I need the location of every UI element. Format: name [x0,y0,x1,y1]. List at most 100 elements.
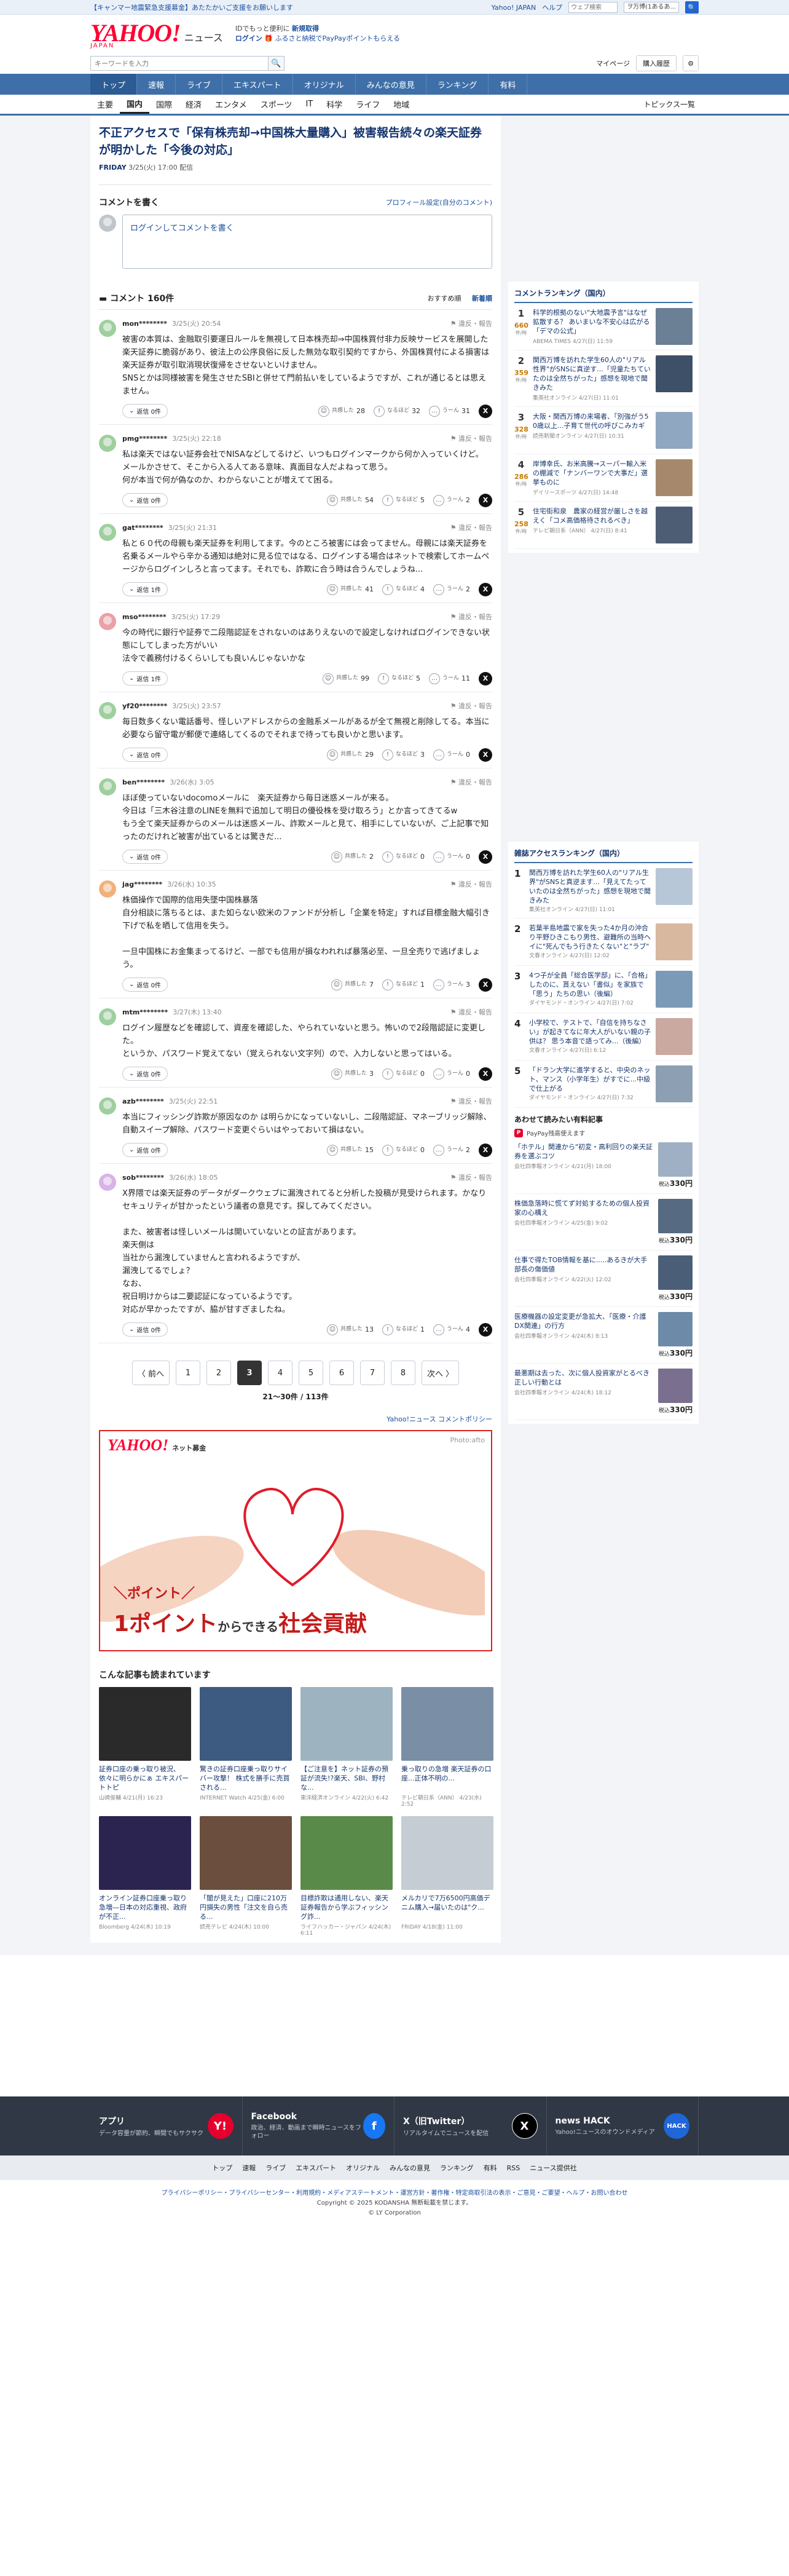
related-article[interactable]: メルカリで7万6500円高価デニム購入→届いたのは"ク... FRIDAY 4/1… [401,1816,493,1937]
reaction-naruhodo-button[interactable]: ! なるほど 5 [377,673,420,684]
report-link[interactable]: ⚑ 違反・報告 [450,612,492,622]
page-2-button[interactable]: 2 [206,1361,231,1385]
reaction-hmm-button[interactable]: … うーん 0 [433,1068,470,1080]
news-search-button[interactable]: 🔍 [269,56,285,71]
page-6-button[interactable]: 6 [329,1361,354,1385]
rank-title[interactable]: 小学校で、テストで、「自信を持ちなさい」が起きてなに年大人がいない親の子供は？ … [529,1018,651,1046]
help-link[interactable]: ヘルプ [542,2,562,12]
settings-button[interactable]: ⚙ [683,55,699,71]
reaction-empathy-button[interactable]: ☺ 共感した 3 [331,1068,374,1080]
category-tab[interactable]: ライフ [349,95,387,114]
signup-link[interactable]: 新規取得 [292,25,319,33]
yahoo-japan-link[interactable]: Yahoo! JAPAN [492,4,536,12]
reaction-naruhodo-button[interactable]: ! なるほど 32 [373,405,420,417]
x-share-button[interactable]: X [479,582,492,596]
page-5-button[interactable]: 5 [299,1361,323,1385]
category-tab[interactable]: 主要 [90,95,120,114]
related-title[interactable]: 目標詐欺は通用しない、楽天証券報告から学ぶフィッシング詐... [300,1894,393,1921]
report-link[interactable]: ⚑ 違反・報告 [450,1096,492,1106]
mypage-link[interactable]: マイページ [596,58,630,68]
rank-title[interactable]: 科学的根拠のない"大地震予言"はなぜ拡散する？ あいまいな不安心は広がる「デマの… [533,308,651,336]
report-link[interactable]: ⚑ 違反・報告 [450,879,492,889]
related-title[interactable]: 驚きの証券口座乗っ取りサイバー攻撃！ 株式を勝手に売買される... [200,1764,292,1792]
footer-nav-item[interactable]: 速報 [242,2163,256,2173]
comment-username[interactable]: mon******** [122,320,167,328]
ranking-item[interactable]: 4 286 件/時 岸博幸氏、お米高騰→スーパー輸入米の棚減で「ナンバーワンで大事だ」… [514,454,693,502]
x-share-button[interactable]: X [479,1067,492,1081]
paid-title[interactable]: 最悪期は去った、次に個人投資家がとるべき正しい行動とは [514,1369,653,1387]
page-1-button[interactable]: 1 [176,1361,200,1385]
reply-button[interactable]: ⌄ 返信 0件 [122,978,168,992]
report-link[interactable]: ⚑ 違反・報告 [450,523,492,532]
reaction-hmm-button[interactable]: … うーん 11 [428,673,470,684]
reaction-empathy-button[interactable]: ☺ 共感した 28 [318,405,365,417]
yahoo-news-logo[interactable]: YAHOO! JAPAN [90,18,181,49]
reaction-naruhodo-button[interactable]: ! なるほど 1 [382,1324,425,1335]
x-share-button[interactable]: X [479,850,492,864]
reply-button[interactable]: ⌄ 返信 1件 [122,671,168,685]
category-tab[interactable]: 国際 [149,95,179,114]
main-nav-item[interactable]: エキスパート [222,74,293,95]
charity-ad-banner[interactable]: YAHOO! ネット募金 Photo:afto ＼ポイント／ 1ポイントからできる… [99,1430,492,1651]
sort-new[interactable]: 新着順 [472,294,492,302]
paid-title[interactable]: 株価急落時に慌てず対処するための個人投資家の心構え [514,1199,653,1217]
ranking-item[interactable]: 1 660 件/時 科学的根拠のない"大地震予言"はなぜ拡散する？ あいまいな不安心は… [514,303,693,350]
reaction-naruhodo-button[interactable]: ! なるほど 3 [382,749,425,761]
main-nav-item[interactable]: 有料 [489,74,528,95]
paid-title[interactable]: 仕事で得たTOB情報を基に.....あるきが大手 部長の傷価値 [514,1255,653,1274]
reply-button[interactable]: ⌄ 返信 0件 [122,1143,168,1157]
reaction-hmm-button[interactable]: … うーん 2 [433,1144,470,1156]
reaction-hmm-button[interactable]: … うーん 0 [433,749,470,761]
comment-username[interactable]: azb******** [122,1097,164,1105]
access-ranking-item[interactable]: 3 4つ子が全員「総合医学部」に、「合格」したのに、貰えない「書似」を家族で「思う… [514,966,693,1013]
reply-button[interactable]: ⌄ 返信 0件 [122,1322,168,1337]
access-ranking-item[interactable]: 5 「ドラン大学に進学すると、中央のネット、マンス（小学年生）がすでに...中級で… [514,1061,693,1108]
prev-page-button[interactable]: 〈 前へ [132,1361,170,1385]
category-tab[interactable]: スポーツ [254,95,299,114]
related-title[interactable]: メルカリで7万6500円高価デニム購入→届いたのは"ク... [401,1894,493,1921]
reply-button[interactable]: ⌄ 返信 0件 [122,493,168,507]
footer-nav-item[interactable]: 有料 [484,2163,497,2173]
ranking-item[interactable]: 2 359 件/時 関西万博を訪れた学生60人の"リアル性界"がSNSに真逆す...「… [514,350,693,407]
reaction-empathy-button[interactable]: ☺ 共感した 15 [326,1144,374,1156]
related-article[interactable]: オンライン証券口座乗っ取り急増―日本の対応重視、政府が不正... Bloomber… [99,1816,191,1937]
paid-article[interactable]: 最悪期は去った、次に個人投資家がとるべき正しい行動とは 会社四季報オンライン 4/… [514,1364,693,1420]
news-search-input[interactable] [90,56,269,71]
footer-nav-item[interactable]: トップ [212,2163,232,2173]
rank-title[interactable]: 岸博幸氏、お米高騰→スーパー輸入米の棚減で「ナンバーワンで大事だ」選挙ものに [533,459,651,487]
comment-username[interactable]: ben******** [122,778,165,786]
buy-history-button[interactable]: 購入履歴 [636,55,677,71]
reaction-hmm-button[interactable]: … うーん 31 [428,405,470,417]
footer-facebook-link[interactable]: Facebook 政治、経済、動画まで瞬時ニュースをフォロー f [243,2096,394,2155]
reaction-empathy-button[interactable]: ☺ 共感した 7 [331,979,374,990]
article-source[interactable]: FRIDAY [99,164,127,172]
footer-nav-item[interactable]: ランキング [440,2163,474,2173]
reaction-naruhodo-button[interactable]: ! なるほど 5 [382,494,425,506]
category-tab[interactable]: IT [299,95,320,114]
search-button[interactable]: 🔍 [685,1,699,14]
category-tab[interactable]: 科学 [320,95,349,114]
comment-username[interactable]: sob******** [122,1174,164,1182]
footer-nav-item[interactable]: ニュース提供社 [530,2163,576,2173]
footer-nav-item[interactable]: エキスパート [296,2163,336,2173]
related-title[interactable]: 乗っ取りの急増 楽天証券の口座...正体不明の... [401,1764,493,1792]
related-title[interactable]: オンライン証券口座乗っ取り急増―日本の対応重視、政府が不正... [99,1894,191,1921]
rank-title[interactable]: 「ドラン大学に進学すると、中央のネット、マンス（小学年生）がすでに...中級で仕… [529,1065,651,1093]
page-8-button[interactable]: 8 [391,1361,415,1385]
reaction-naruhodo-button[interactable]: ! なるほど 1 [382,979,425,990]
related-article[interactable]: 目標詐欺は通用しない、楽天証券報告から学ぶフィッシング詐... ライフハッカー・ジ… [300,1816,393,1937]
x-share-button[interactable]: X [479,1143,492,1157]
reply-button[interactable]: ⌄ 返信 0件 [122,850,168,864]
comment-username[interactable]: mtm******** [122,1008,168,1016]
rank-title[interactable]: 住宅街和泉 農家の経営が厳しさを越えく「コメ高価格待されるべき」 [533,507,651,525]
login-link[interactable]: ログイン [235,34,262,42]
reaction-hmm-button[interactable]: … うーん 2 [433,494,470,506]
related-article[interactable]: 証券口座の乗っ取り被況、依々に明らかにぁ エキスパートトピ 山崎俊輔 4/21(月… [99,1687,191,1808]
reaction-empathy-button[interactable]: ☺ 共感した 13 [326,1324,374,1335]
next-page-button[interactable]: 次へ 〉 [422,1361,460,1385]
report-link[interactable]: ⚑ 違反・報告 [450,1007,492,1017]
main-nav-item[interactable]: ランキング [426,74,489,95]
furusato-link[interactable]: ふるさと納税でPayPayポイントもらえる [275,34,400,42]
web-search-input[interactable] [568,2,618,13]
footer-app-link[interactable]: アプリ データ容量が節約、瞬間でもサクサク Y! [90,2096,243,2155]
